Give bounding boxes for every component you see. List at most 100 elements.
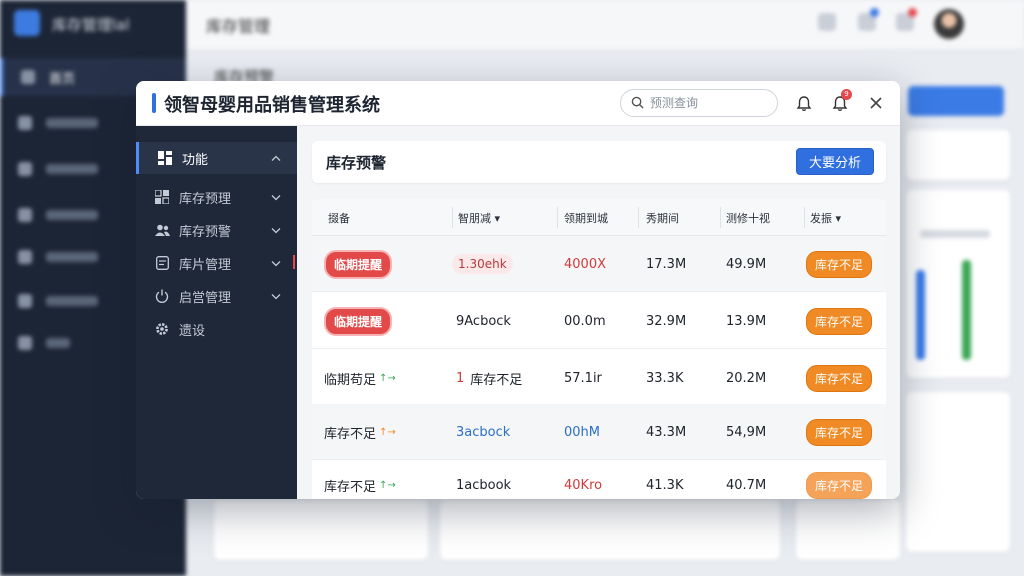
bg-button bbox=[908, 86, 1004, 116]
table-header: 掇备 智朋减 ▾ 领期到城 秀期间 测修十视 发振 ▾ bbox=[312, 199, 886, 236]
expiry-alert-badge: 临期提醒 bbox=[324, 249, 393, 279]
sidebar-item-settings[interactable]: 遗设 bbox=[136, 314, 297, 344]
bg-badge bbox=[908, 8, 917, 17]
table-cell: 32.9M bbox=[646, 313, 687, 329]
table-cell: 00hM bbox=[564, 424, 600, 440]
bg-badge bbox=[870, 8, 879, 17]
column-header[interactable]: 秀期间 bbox=[646, 199, 679, 236]
modal-title: 领智母婴用品销售管理系统 bbox=[164, 95, 380, 116]
chevron-down-icon bbox=[271, 190, 281, 205]
sidebar-item-inventory-alert[interactable]: 库存预警 bbox=[136, 215, 297, 245]
trend-arrow-icon: ↑→ bbox=[379, 479, 396, 491]
content-title: 库存预警 bbox=[326, 154, 387, 172]
sidebar-item-label: 遗设 bbox=[179, 323, 206, 339]
content-header: 库存预警 大要分析 bbox=[312, 141, 886, 183]
bg-avatar bbox=[934, 9, 964, 39]
bg-card bbox=[796, 500, 900, 560]
sidebar-group-label: 功能 bbox=[182, 152, 209, 168]
table-cell: 1acbook bbox=[456, 477, 512, 493]
bg-header-title: 库存管理 bbox=[206, 17, 271, 36]
table-row[interactable]: 库存不足 ↑→ 3acbock 00hM 43.3M 54,9M 库存不足 bbox=[312, 404, 886, 460]
table-row[interactable]: 库存不足 ↑→ 1acbook 40Kro 41.3K 40.7M 库存不足 bbox=[312, 457, 886, 499]
status-badge: 库存不足 bbox=[806, 471, 873, 499]
table-row[interactable]: 临期提醒 1.30ehk 4000X 17.3M 49.9M 库存不足 bbox=[312, 236, 886, 292]
trend-arrow-icon: ↑→ bbox=[379, 372, 396, 384]
search-icon bbox=[631, 94, 644, 113]
modal-header: 领智母婴用品销售管理系统 9 bbox=[136, 81, 900, 126]
column-header[interactable]: 测修十视 bbox=[726, 199, 770, 236]
status-badge: 库存不足 bbox=[806, 364, 873, 392]
sidebar-item-operations-management[interactable]: 启営管理 bbox=[136, 281, 297, 311]
search-box[interactable] bbox=[620, 89, 778, 117]
status-badge: 库存不足 bbox=[806, 250, 873, 278]
search-input[interactable] bbox=[650, 96, 760, 110]
sidebar-item-label: 库片管理 bbox=[179, 257, 232, 273]
grid-icon bbox=[157, 150, 173, 166]
table-cell: 4000X bbox=[564, 256, 606, 272]
sidebar-item-inventory-plan[interactable]: 库存预理 bbox=[136, 182, 297, 212]
chevron-down-icon bbox=[271, 256, 281, 271]
bg-header-icon bbox=[818, 13, 836, 31]
table-row[interactable]: 临期提醒 9Acbock 00.0m 32.9M 13.9M 库存不足 bbox=[312, 293, 886, 349]
table-row[interactable]: 临期苟足 ↑→ 1 库存不足 57.1ir 33.3K 20.2M 库存不足 bbox=[312, 350, 886, 406]
trend-arrow-icon: ↑→ bbox=[379, 426, 396, 438]
table-cell: 17.3M bbox=[646, 256, 687, 272]
analyze-button[interactable]: 大要分析 bbox=[796, 148, 874, 175]
chevron-down-icon bbox=[271, 223, 281, 238]
alert-table: 掇备 智朋减 ▾ 领期到城 秀期间 测修十视 发振 ▾ 临期提醒 1.30ehk… bbox=[312, 199, 886, 499]
sidebar-item-stock-management[interactable]: 库片管理 bbox=[136, 248, 297, 278]
table-cell: 20.2M bbox=[726, 370, 767, 386]
modal-sidebar: 功能 库存预理 库存预警 库片管理 启営管理 遗设 bbox=[136, 126, 297, 499]
table-cell: 00.0m bbox=[564, 313, 606, 329]
bg-card bbox=[906, 130, 1010, 180]
table-cell: 40Kro bbox=[564, 477, 603, 493]
expiry-alert-badge: 临期提醒 bbox=[324, 306, 393, 336]
table-cell: 41.3K bbox=[646, 477, 684, 493]
table-cell: 1.30ehk bbox=[452, 254, 513, 274]
bg-card bbox=[906, 190, 1010, 378]
table-cell-prefix: 1 bbox=[456, 370, 465, 386]
table-cell: 40.7M bbox=[726, 477, 767, 493]
bg-brand: 库存管理lal bbox=[52, 16, 130, 34]
table-cell: 33.3K bbox=[646, 370, 684, 386]
column-header[interactable]: 掇备 bbox=[328, 199, 350, 236]
table-cell: 3acbock bbox=[456, 424, 511, 440]
table-cell: 库存不足 bbox=[324, 426, 377, 442]
bg-card bbox=[440, 500, 780, 560]
table-cell: 库存不足 bbox=[470, 372, 523, 388]
bg-logo-icon bbox=[14, 10, 40, 36]
system-modal: 领智母婴用品销售管理系统 9 功能 bbox=[136, 81, 900, 499]
chevron-up-icon bbox=[271, 151, 281, 166]
bg-card bbox=[906, 392, 1010, 552]
table-cell: 9Acbock bbox=[456, 313, 511, 329]
title-accent-bar bbox=[152, 93, 156, 113]
column-header-sortable[interactable]: 智朋减 ▾ bbox=[458, 199, 500, 236]
users-icon bbox=[154, 222, 170, 238]
sidebar-indicator bbox=[293, 255, 295, 269]
chevron-down-icon bbox=[271, 289, 281, 304]
table-cell: 43.3M bbox=[646, 424, 687, 440]
column-header-sortable[interactable]: 发振 ▾ bbox=[810, 199, 841, 236]
gear-icon bbox=[154, 321, 170, 337]
sidebar-item-label: 库存预警 bbox=[179, 224, 232, 240]
power-icon bbox=[154, 288, 170, 304]
table-cell: 库存不足 bbox=[324, 479, 377, 495]
bell-icon[interactable] bbox=[794, 93, 814, 113]
close-icon[interactable] bbox=[866, 93, 886, 113]
column-header[interactable]: 领期到城 bbox=[564, 199, 608, 236]
sidebar-item-label: 启営管理 bbox=[179, 290, 232, 306]
document-icon bbox=[154, 255, 170, 271]
notification-bell-icon[interactable]: 9 bbox=[830, 89, 852, 113]
sidebar-group-functions[interactable]: 功能 bbox=[136, 142, 297, 174]
table-cell: 临期苟足 bbox=[324, 372, 377, 388]
boxes-icon bbox=[154, 189, 170, 205]
table-cell: 57.1ir bbox=[564, 370, 602, 386]
sidebar-item-label: 库存预理 bbox=[179, 191, 232, 207]
notification-badge: 9 bbox=[841, 89, 852, 100]
bg-card bbox=[214, 500, 428, 560]
table-cell: 13.9M bbox=[726, 313, 767, 329]
table-cell: 54,9M bbox=[726, 424, 767, 440]
status-badge: 库存不足 bbox=[806, 418, 873, 446]
table-cell: 49.9M bbox=[726, 256, 767, 272]
status-badge: 库存不足 bbox=[806, 307, 873, 335]
